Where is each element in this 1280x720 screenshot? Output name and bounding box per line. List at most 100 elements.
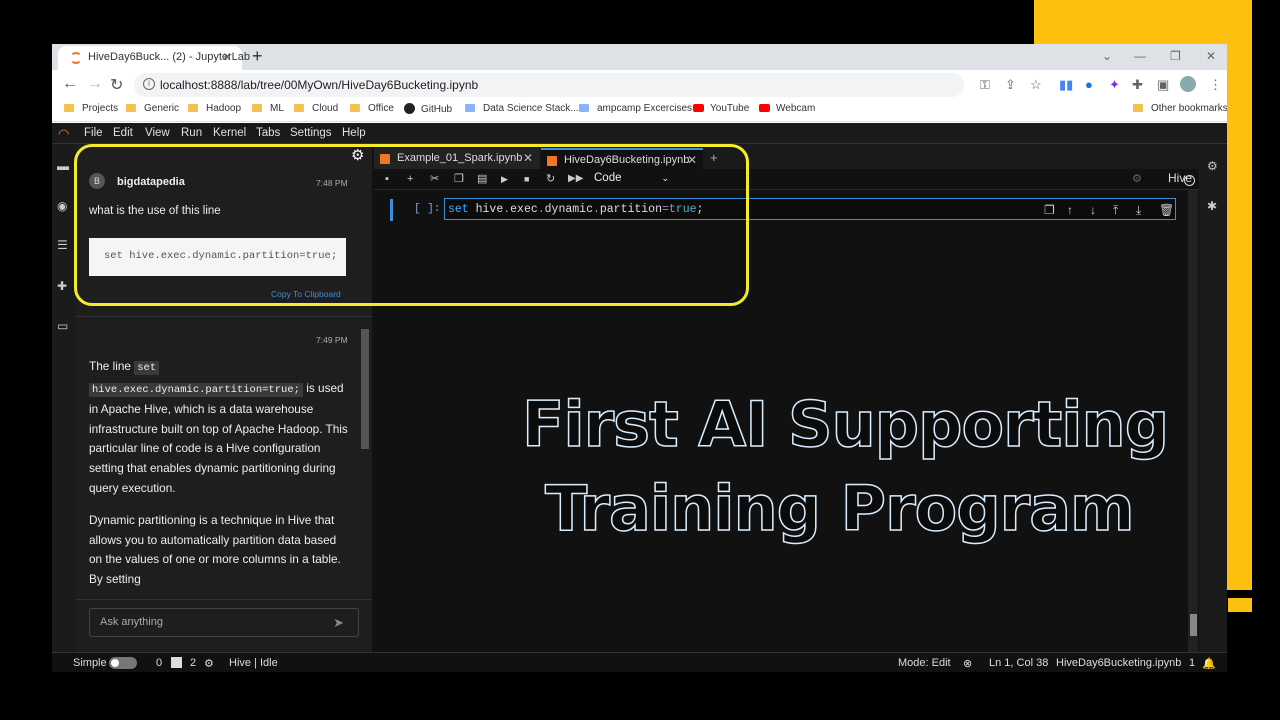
- share-icon[interactable]: ⇪: [1005, 77, 1016, 93]
- inline-code: hive.exec.dynamic.partition=true;: [89, 382, 303, 397]
- toc-icon[interactable]: ☰: [57, 239, 71, 251]
- youtube-icon: [759, 104, 770, 112]
- profile-avatar[interactable]: [1180, 76, 1196, 92]
- running-icon[interactable]: ◉: [57, 200, 71, 212]
- extension-icon-1[interactable]: ▮▮: [1059, 77, 1073, 93]
- back-icon[interactable]: ←: [62, 75, 78, 93]
- overlay-title-line1: First AI Supporting: [521, 387, 1170, 462]
- menu-edit[interactable]: Edit: [113, 127, 133, 139]
- simple-mode-toggle[interactable]: [109, 657, 137, 669]
- menu-kernel[interactable]: Kernel: [213, 127, 246, 139]
- new-tab-icon[interactable]: +: [252, 46, 263, 67]
- chat-input[interactable]: Ask anything ➤: [89, 608, 359, 637]
- bookmark-item[interactable]: Projects: [64, 103, 118, 114]
- chevron-down-icon[interactable]: ⌄: [1102, 49, 1112, 63]
- mode-indicator: Mode: Edit: [898, 657, 951, 669]
- kernel-status[interactable]: Hive | Idle: [229, 657, 278, 669]
- folder-icon: [188, 104, 198, 112]
- puzzle-icon[interactable]: ✚: [1132, 77, 1143, 93]
- bookmark-item[interactable]: GitHub: [404, 103, 452, 115]
- delete-cell-icon[interactable]: 🗑: [1159, 203, 1174, 217]
- bell-icon[interactable]: 🔔: [1202, 657, 1216, 670]
- highlight-box: [74, 144, 749, 306]
- chat-input-placeholder: Ask anything: [100, 616, 163, 628]
- chat-icon[interactable]: ▭: [57, 320, 71, 332]
- bookmark-item[interactable]: Hadoop: [188, 103, 241, 114]
- jupyter-logo-icon: [70, 52, 82, 64]
- terminal-count[interactable]: 0: [156, 657, 162, 669]
- move-down-icon[interactable]: ↓: [1090, 203, 1096, 217]
- key-icon[interactable]: ⚿: [980, 77, 990, 93]
- folder-icon[interactable]: ▬: [57, 160, 71, 172]
- menu-file[interactable]: File: [84, 127, 103, 139]
- forward-icon[interactable]: →: [87, 75, 103, 93]
- globe-icon: [579, 104, 589, 112]
- cursor-position[interactable]: Ln 1, Col 38: [989, 657, 1048, 669]
- kernel-icon: ⚙: [204, 658, 214, 670]
- sparkle-icon[interactable]: ✦: [1109, 77, 1120, 93]
- menu-run[interactable]: Run: [181, 127, 202, 139]
- kernel-count[interactable]: 2: [190, 657, 196, 669]
- bookmark-item[interactable]: Data Science Stack...: [465, 103, 579, 114]
- property-inspector-icon[interactable]: ⚙: [1207, 160, 1221, 172]
- close-tab-icon[interactable]: ✕: [222, 50, 232, 64]
- bookmark-item[interactable]: ML: [252, 103, 284, 114]
- overlay-title-line2: Training Program: [544, 471, 1135, 546]
- duplicate-cell-icon[interactable]: ❐: [1044, 203, 1055, 217]
- browser-tabstrip: HiveDay6Buck... (2) - JupyterLab ✕ + ⌄ —…: [52, 44, 1227, 70]
- debugger-icon[interactable]: ✱: [1207, 200, 1221, 212]
- github-icon: [404, 103, 415, 114]
- more-menu-icon[interactable]: ⋮: [1209, 77, 1222, 93]
- background-yellow-bar: [1228, 598, 1252, 612]
- inline-code: set: [134, 361, 160, 375]
- insert-below-icon[interactable]: ⤓: [1136, 203, 1141, 218]
- restore-icon[interactable]: ❐: [1170, 49, 1181, 63]
- star-icon[interactable]: ☆: [1030, 77, 1042, 93]
- address-bar-row: ← → ↻ i localhost:8888/lab/tree/00MyOwn/…: [52, 70, 1227, 100]
- bug-icon[interactable]: ⊗: [963, 657, 972, 670]
- menu-settings[interactable]: Settings: [290, 127, 332, 139]
- bookmark-item[interactable]: Cloud: [294, 103, 338, 114]
- bookmark-item[interactable]: ampcamp Excercises: [579, 103, 692, 114]
- right-sidebar: ⚙ ✱: [1199, 144, 1227, 652]
- bookmark-item[interactable]: Office: [350, 103, 394, 114]
- url-bar[interactable]: i localhost:8888/lab/tree/00MyOwn/HiveDa…: [134, 73, 964, 97]
- globe-icon: [465, 104, 475, 112]
- settings-icon[interactable]: ⚙: [1132, 173, 1142, 185]
- menu-view[interactable]: View: [145, 127, 170, 139]
- menu-tabs[interactable]: Tabs: [256, 127, 280, 139]
- terminal-icon: [171, 657, 182, 668]
- notification-count[interactable]: 1: [1189, 657, 1195, 669]
- youtube-icon: [693, 104, 704, 112]
- extension-manager-icon[interactable]: ✚: [57, 280, 71, 292]
- chat-message-ai: The line set hive.exec.dynamic.partition…: [89, 357, 351, 603]
- reload-icon[interactable]: ↻: [110, 75, 123, 95]
- bookmark-item[interactable]: YouTube: [693, 103, 749, 114]
- folder-icon: [294, 104, 304, 112]
- answer-paragraph: Dynamic partitioning is a technique in H…: [89, 513, 341, 586]
- chat-input-area: Ask anything ➤: [76, 599, 372, 652]
- menu-help[interactable]: Help: [342, 127, 366, 139]
- move-up-icon[interactable]: ↑: [1067, 203, 1073, 217]
- bookmark-item[interactable]: Webcam: [759, 103, 815, 114]
- site-info-icon[interactable]: i: [143, 78, 155, 90]
- other-bookmarks[interactable]: Other bookmarks: [1133, 103, 1227, 114]
- extension-icon-2[interactable]: ●: [1085, 77, 1093, 92]
- insert-above-icon[interactable]: ⤒: [1113, 203, 1118, 218]
- minimize-icon[interactable]: —: [1134, 49, 1146, 63]
- left-sidebar: ▬ ◉ ☰ ✚ ▭: [52, 144, 76, 652]
- browser-tab[interactable]: HiveDay6Buck... (2) - JupyterLab ✕: [58, 46, 250, 70]
- folder-icon: [252, 104, 262, 112]
- notebook-scrollbar[interactable]: [1188, 190, 1198, 652]
- folder-icon: [126, 104, 136, 112]
- url-text: localhost:8888/lab/tree/00MyOwn/HiveDay6…: [160, 78, 479, 92]
- bookmark-item[interactable]: Generic: [126, 103, 179, 114]
- status-bar: Simple 0 2 ⚙ Hive | Idle Mode: Edit ⊗ Ln…: [52, 652, 1227, 672]
- scrollbar-thumb[interactable]: [361, 329, 369, 449]
- send-icon[interactable]: ➤: [333, 615, 344, 631]
- sidepanel-icon[interactable]: ▣: [1157, 77, 1169, 93]
- simple-mode-label: Simple: [73, 657, 107, 669]
- scrollbar-thumb[interactable]: [1190, 614, 1197, 636]
- chat-scrollbar[interactable]: [360, 324, 370, 589]
- close-window-icon[interactable]: ✕: [1206, 49, 1216, 63]
